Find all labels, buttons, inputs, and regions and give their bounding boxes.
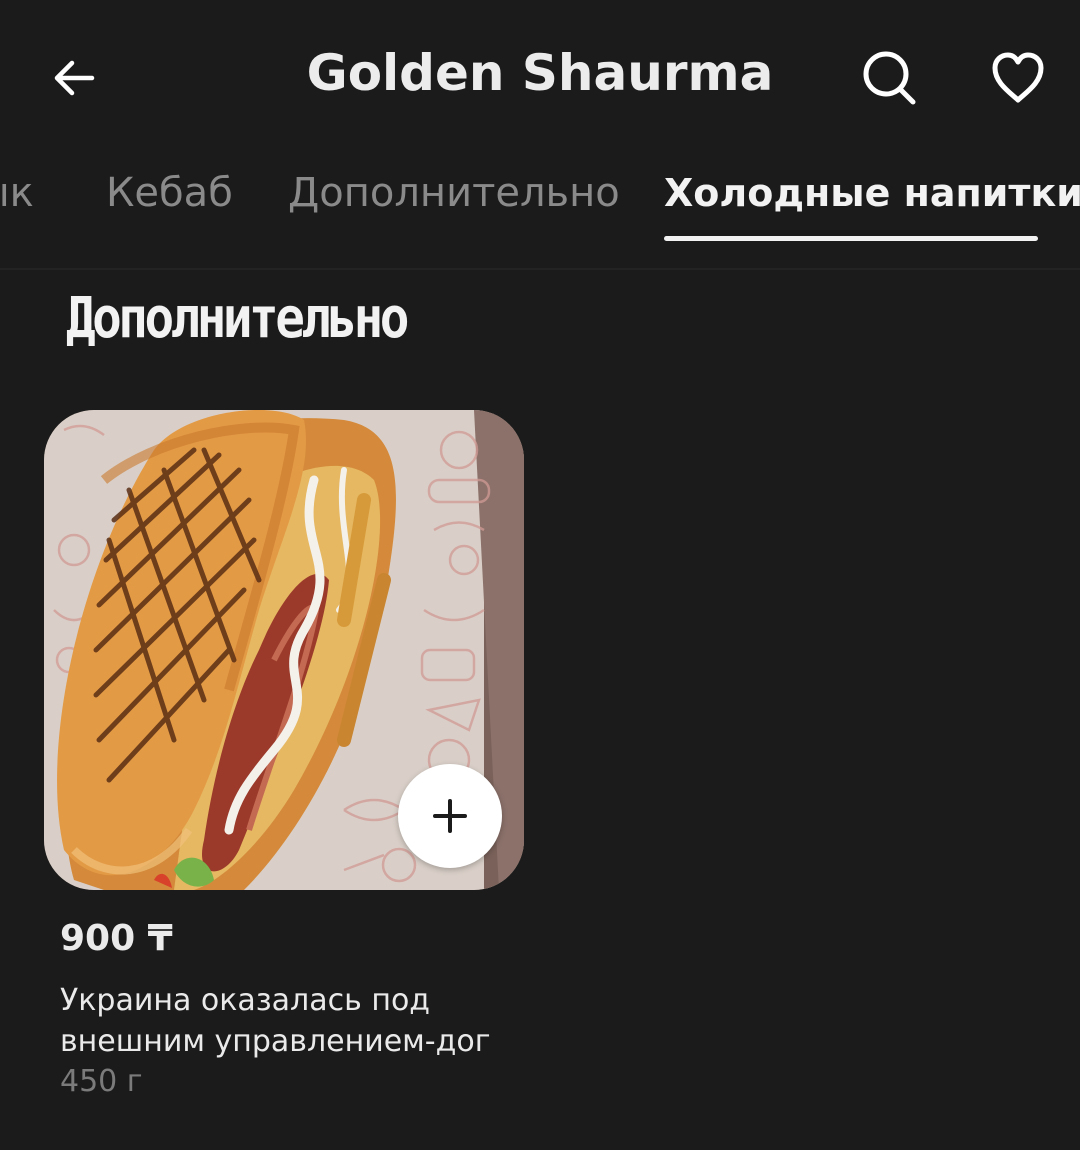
- plus-icon: [433, 799, 467, 833]
- heart-icon: [992, 52, 1044, 103]
- screen: Golden Shaurma ык Кебаб Дополнительно Хо…: [0, 0, 1080, 1150]
- tab-additional[interactable]: Дополнительно: [288, 168, 620, 238]
- tab-kebab[interactable]: Кебаб: [106, 168, 233, 238]
- product-weight: 450 г: [60, 1064, 143, 1099]
- search-icon: [863, 51, 916, 105]
- section-title: Дополнительно: [66, 286, 409, 351]
- favorite-button[interactable]: [984, 44, 1052, 112]
- active-tab-indicator: [664, 236, 1038, 241]
- product-card[interactable]: 900 ₸ Украина оказалась под внешним упра…: [44, 410, 524, 1099]
- top-bar: Golden Shaurma: [0, 0, 1080, 150]
- tab-category-partial[interactable]: ык: [0, 168, 34, 238]
- add-to-cart-button[interactable]: [398, 764, 502, 868]
- search-button[interactable]: [856, 44, 924, 112]
- tab-cold-drinks[interactable]: Холодные напитки: [664, 168, 1080, 238]
- product-name: Украина оказалась под внешним управление…: [60, 983, 491, 1059]
- category-tabs: ык Кебаб Дополнительно Холодные напитки: [0, 150, 1080, 270]
- product-price: 900 ₸: [60, 918, 173, 959]
- product-image[interactable]: [44, 410, 524, 890]
